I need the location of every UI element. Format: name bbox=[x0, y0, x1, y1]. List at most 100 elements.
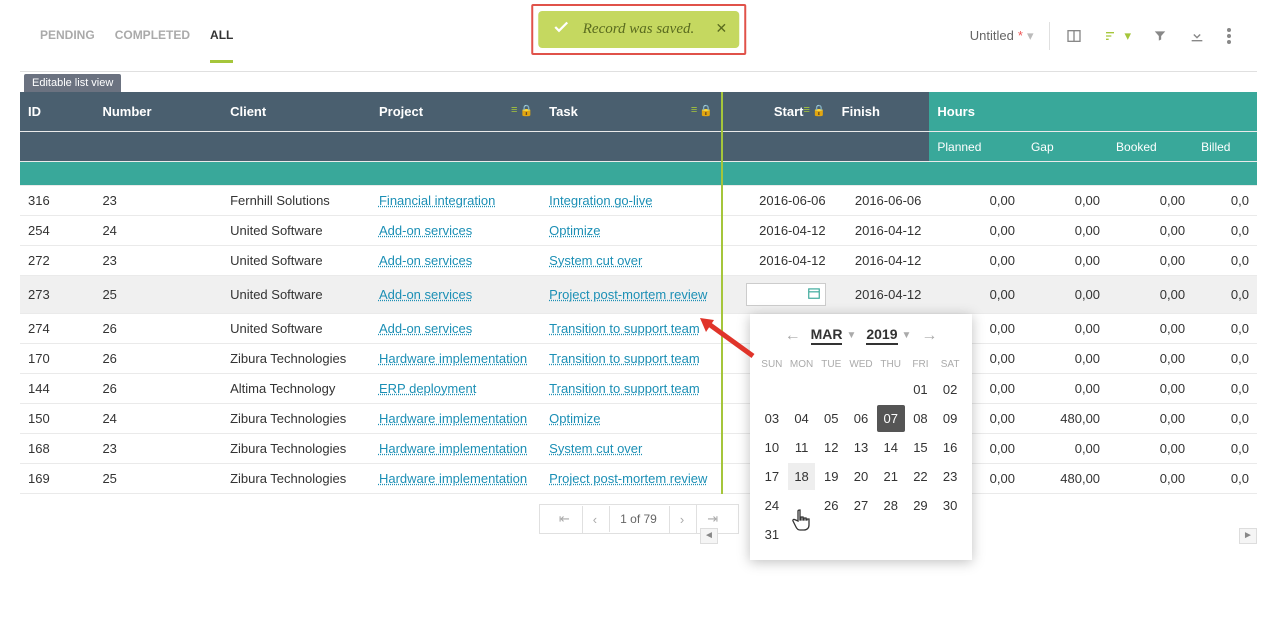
prev-month-icon[interactable]: ← bbox=[785, 327, 801, 345]
cell-billed[interactable]: 0,0 bbox=[1193, 404, 1257, 434]
cell-billed[interactable]: 0,0 bbox=[1193, 186, 1257, 216]
cell-task[interactable]: System cut over bbox=[541, 246, 722, 276]
more-icon[interactable] bbox=[1221, 22, 1237, 50]
cell-client[interactable]: Zibura Technologies bbox=[222, 344, 371, 374]
cell-start[interactable]: 2016-04-12 bbox=[722, 216, 834, 246]
calendar-day[interactable]: 03 bbox=[758, 405, 786, 432]
cell-gap[interactable]: 0,00 bbox=[1023, 246, 1108, 276]
pager-next-icon[interactable]: › bbox=[669, 506, 694, 533]
cell-start[interactable]: 2016-06-06 bbox=[722, 186, 834, 216]
calendar-day[interactable]: 23 bbox=[936, 463, 964, 490]
table-row[interactable]: 27223United SoftwareAdd-on servicesSyste… bbox=[20, 246, 1257, 276]
month-select[interactable]: MAR▼ bbox=[811, 326, 857, 345]
calendar-day[interactable]: 05 bbox=[817, 405, 845, 432]
cell-finish[interactable]: 2016-06-06 bbox=[834, 186, 930, 216]
cell-billed[interactable]: 0,0 bbox=[1193, 374, 1257, 404]
filter-icon[interactable] bbox=[1147, 23, 1173, 49]
col-number[interactable]: Number bbox=[94, 92, 222, 132]
calendar-day[interactable]: 29 bbox=[907, 492, 935, 519]
cell-billed[interactable]: 0,0 bbox=[1193, 344, 1257, 374]
cell-project[interactable]: Hardware implementation bbox=[371, 344, 541, 374]
cell-number[interactable]: 23 bbox=[94, 186, 222, 216]
col-id[interactable]: ID bbox=[20, 92, 94, 132]
cell-gap[interactable]: 0,00 bbox=[1023, 216, 1108, 246]
cell-id[interactable]: 272 bbox=[20, 246, 94, 276]
cell-booked[interactable]: 0,00 bbox=[1108, 404, 1193, 434]
table-row[interactable]: 27426United SoftwareAdd-on servicesTrans… bbox=[20, 314, 1257, 344]
cell-billed[interactable]: 0,0 bbox=[1193, 434, 1257, 464]
calendar-day[interactable]: 20 bbox=[847, 463, 875, 490]
cell-number[interactable]: 26 bbox=[94, 374, 222, 404]
cell-gap[interactable]: 0,00 bbox=[1023, 186, 1108, 216]
calendar-day[interactable]: 12 bbox=[817, 434, 845, 461]
calendar-day[interactable]: 28 bbox=[877, 492, 905, 519]
calendar-day[interactable]: 30 bbox=[936, 492, 964, 519]
cell-task[interactable]: Integration go-live bbox=[541, 186, 722, 216]
cell-number[interactable]: 24 bbox=[94, 216, 222, 246]
calendar-day[interactable]: 24 bbox=[758, 492, 786, 519]
cell-gap[interactable]: 0,00 bbox=[1023, 434, 1108, 464]
cell-id[interactable]: 254 bbox=[20, 216, 94, 246]
cell-client[interactable]: Zibura Technologies bbox=[222, 404, 371, 434]
cell-gap[interactable]: 0,00 bbox=[1023, 276, 1108, 314]
cell-planned[interactable]: 0,00 bbox=[929, 186, 1023, 216]
calendar-day[interactable]: 26 bbox=[817, 492, 845, 519]
cell-project[interactable]: Add-on services bbox=[371, 246, 541, 276]
calendar-day[interactable]: 27 bbox=[847, 492, 875, 519]
cell-project[interactable]: Hardware implementation bbox=[371, 404, 541, 434]
col-start[interactable]: Start ≡🔒 bbox=[722, 92, 834, 132]
tab-pending[interactable]: PENDING bbox=[40, 8, 95, 63]
cell-project[interactable]: Financial integration bbox=[371, 186, 541, 216]
cell-number[interactable]: 23 bbox=[94, 434, 222, 464]
year-select[interactable]: 2019▼ bbox=[866, 326, 911, 345]
cell-task[interactable]: System cut over bbox=[541, 434, 722, 464]
download-icon[interactable] bbox=[1183, 22, 1211, 50]
table-row[interactable]: 17026Zibura TechnologiesHardware impleme… bbox=[20, 344, 1257, 374]
table-row[interactable]: 25424United SoftwareAdd-on servicesOptim… bbox=[20, 216, 1257, 246]
cell-number[interactable]: 25 bbox=[94, 464, 222, 494]
calendar-day[interactable]: 04 bbox=[788, 405, 816, 432]
cell-id[interactable]: 170 bbox=[20, 344, 94, 374]
cell-billed[interactable]: 0,0 bbox=[1193, 314, 1257, 344]
calendar-day[interactable]: 16 bbox=[936, 434, 964, 461]
cell-booked[interactable]: 0,00 bbox=[1108, 464, 1193, 494]
calendar-day[interactable]: 19 bbox=[817, 463, 845, 490]
cell-id[interactable]: 168 bbox=[20, 434, 94, 464]
table-row[interactable]: 31623Fernhill SolutionsFinancial integra… bbox=[20, 186, 1257, 216]
cell-booked[interactable]: 0,00 bbox=[1108, 186, 1193, 216]
sort-icon[interactable]: ▾ bbox=[1098, 22, 1137, 50]
cell-project[interactable]: Hardware implementation bbox=[371, 434, 541, 464]
calendar-day[interactable]: 08 bbox=[907, 405, 935, 432]
tab-all[interactable]: ALL bbox=[210, 8, 233, 63]
calendar-day[interactable]: 13 bbox=[847, 434, 875, 461]
cell-billed[interactable]: 0,0 bbox=[1193, 216, 1257, 246]
calendar-day[interactable]: 31 bbox=[758, 521, 786, 548]
calendar-icon[interactable] bbox=[807, 286, 821, 303]
cell-id[interactable]: 144 bbox=[20, 374, 94, 404]
cell-billed[interactable]: 0,0 bbox=[1193, 276, 1257, 314]
cell-billed[interactable]: 0,0 bbox=[1193, 246, 1257, 276]
table-row[interactable]: 27325United SoftwareAdd-on servicesProje… bbox=[20, 276, 1257, 314]
calendar-day[interactable]: 17 bbox=[758, 463, 786, 490]
cell-planned[interactable]: 0,00 bbox=[929, 216, 1023, 246]
pager-prev-icon[interactable]: ‹ bbox=[582, 506, 607, 533]
cell-project[interactable]: Add-on services bbox=[371, 314, 541, 344]
cell-task[interactable]: Project post-mortem review bbox=[541, 464, 722, 494]
cell-client[interactable]: United Software bbox=[222, 276, 371, 314]
start-date-input[interactable] bbox=[746, 283, 826, 306]
cell-task[interactable]: Transition to support team bbox=[541, 344, 722, 374]
cell-booked[interactable]: 0,00 bbox=[1108, 374, 1193, 404]
cell-task[interactable]: Optimize bbox=[541, 404, 722, 434]
cell-finish[interactable]: 2016-04-12 bbox=[834, 276, 930, 314]
calendar-day[interactable]: 02 bbox=[936, 376, 964, 403]
cell-gap[interactable]: 0,00 bbox=[1023, 344, 1108, 374]
cell-booked[interactable]: 0,00 bbox=[1108, 216, 1193, 246]
col-booked[interactable]: Booked bbox=[1108, 132, 1193, 162]
table-row[interactable]: 14426Altima TechnologyERP deploymentTran… bbox=[20, 374, 1257, 404]
cell-id[interactable]: 273 bbox=[20, 276, 94, 314]
cell-number[interactable]: 25 bbox=[94, 276, 222, 314]
cell-planned[interactable]: 0,00 bbox=[929, 246, 1023, 276]
cell-billed[interactable]: 0,0 bbox=[1193, 464, 1257, 494]
report-name-dropdown[interactable]: Untitled * ▾ bbox=[964, 22, 1040, 50]
scroll-right-button[interactable]: ► bbox=[1239, 528, 1257, 544]
